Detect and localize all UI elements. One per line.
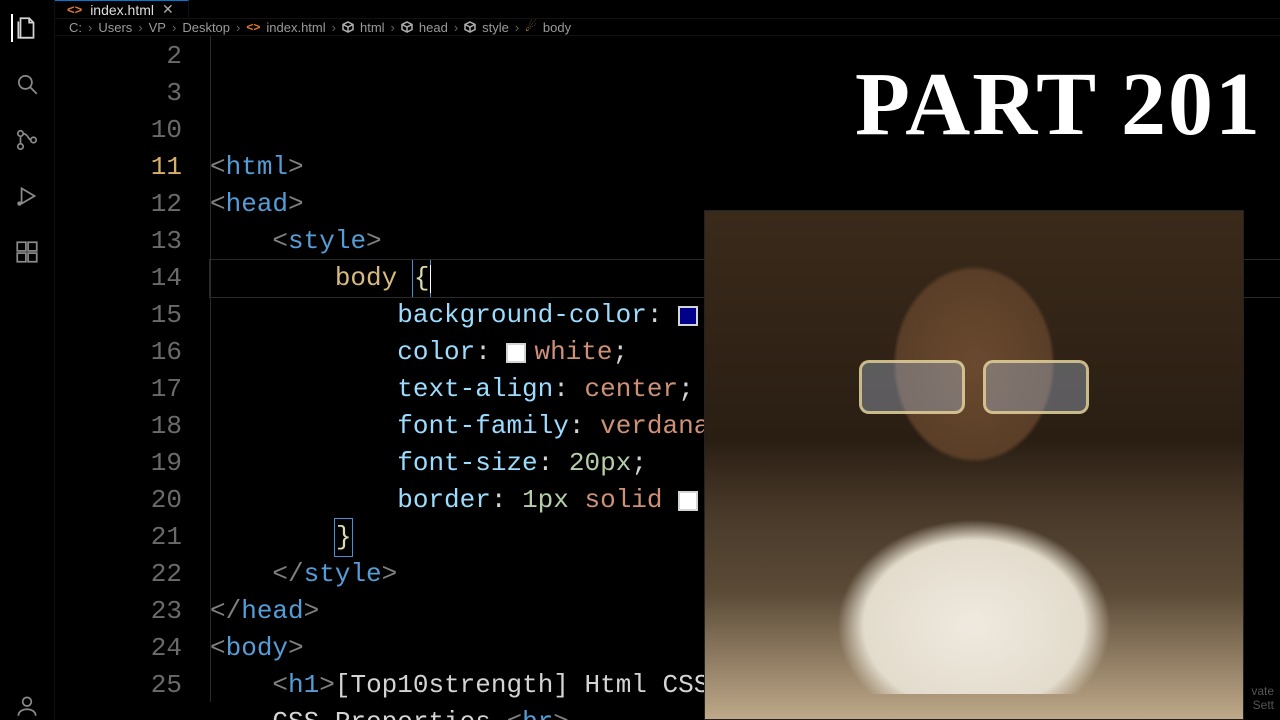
tab-index-html[interactable]: <> index.html ✕ [55, 0, 189, 18]
presenter-photo [704, 210, 1244, 720]
explorer-icon[interactable] [11, 14, 41, 42]
line-number: 18 [55, 408, 182, 445]
tab-label: index.html [90, 2, 154, 18]
line-number: 15 [55, 297, 182, 334]
line-number: 17 [55, 371, 182, 408]
line-number: 13 [55, 223, 182, 260]
line-number: 24 [55, 630, 182, 667]
line-number: 25 [55, 667, 182, 704]
html-file-icon: <> [67, 2, 82, 17]
html-file-icon: <> [246, 20, 260, 34]
breadcrumbs[interactable]: C:› Users› VP› Desktop› <> index.html› h… [55, 19, 1280, 36]
line-number: 11 [55, 149, 182, 186]
color-swatch[interactable] [678, 306, 698, 326]
account-icon[interactable] [13, 692, 41, 720]
line-number: 23 [55, 593, 182, 630]
line-number: 12 [55, 186, 182, 223]
crumb[interactable]: VP [149, 20, 166, 35]
tab-bar: <> index.html ✕ [55, 0, 1280, 19]
line-number: 10 [55, 112, 182, 149]
app-root: <> index.html ✕ C:› Users› VP› Desktop› … [0, 0, 1280, 720]
search-icon[interactable] [13, 70, 41, 98]
code-line[interactable]: <html> [210, 149, 1280, 186]
line-number: 20 [55, 482, 182, 519]
symbol-icon [342, 21, 354, 33]
line-number: 22 [55, 556, 182, 593]
activation-watermark: vate Sett [1251, 684, 1274, 712]
activity-bar [0, 0, 55, 720]
editor-main: <> index.html ✕ C:› Users› VP› Desktop› … [55, 0, 1280, 720]
line-number: 2 [55, 38, 182, 75]
line-number: 19 [55, 445, 182, 482]
line-gutter: 2310111213141516171819202122232425 [55, 36, 210, 720]
crumb-symbol[interactable]: style [482, 20, 509, 35]
crumb[interactable]: C: [69, 20, 82, 35]
crumb-symbol[interactable]: html [360, 20, 385, 35]
color-swatch[interactable] [678, 491, 698, 511]
symbol-icon [464, 21, 476, 33]
crumb[interactable]: Desktop [182, 20, 230, 35]
symbol-icon [401, 21, 413, 33]
close-icon[interactable]: ✕ [162, 1, 176, 18]
crumb-symbol[interactable]: body [543, 20, 571, 35]
source-control-icon[interactable] [13, 126, 41, 154]
line-number: 3 [55, 75, 182, 112]
line-number: 21 [55, 519, 182, 556]
line-number: 16 [55, 334, 182, 371]
line-number: 14 [55, 260, 182, 297]
crumb-file[interactable]: index.html [266, 20, 325, 35]
selector-icon: ☄ [525, 19, 537, 35]
crumb-symbol[interactable]: head [419, 20, 448, 35]
color-swatch[interactable] [506, 343, 526, 363]
extensions-icon[interactable] [13, 238, 41, 266]
run-debug-icon[interactable] [13, 182, 41, 210]
overlay-title: PART 201 [855, 60, 1262, 150]
crumb[interactable]: Users [98, 20, 132, 35]
